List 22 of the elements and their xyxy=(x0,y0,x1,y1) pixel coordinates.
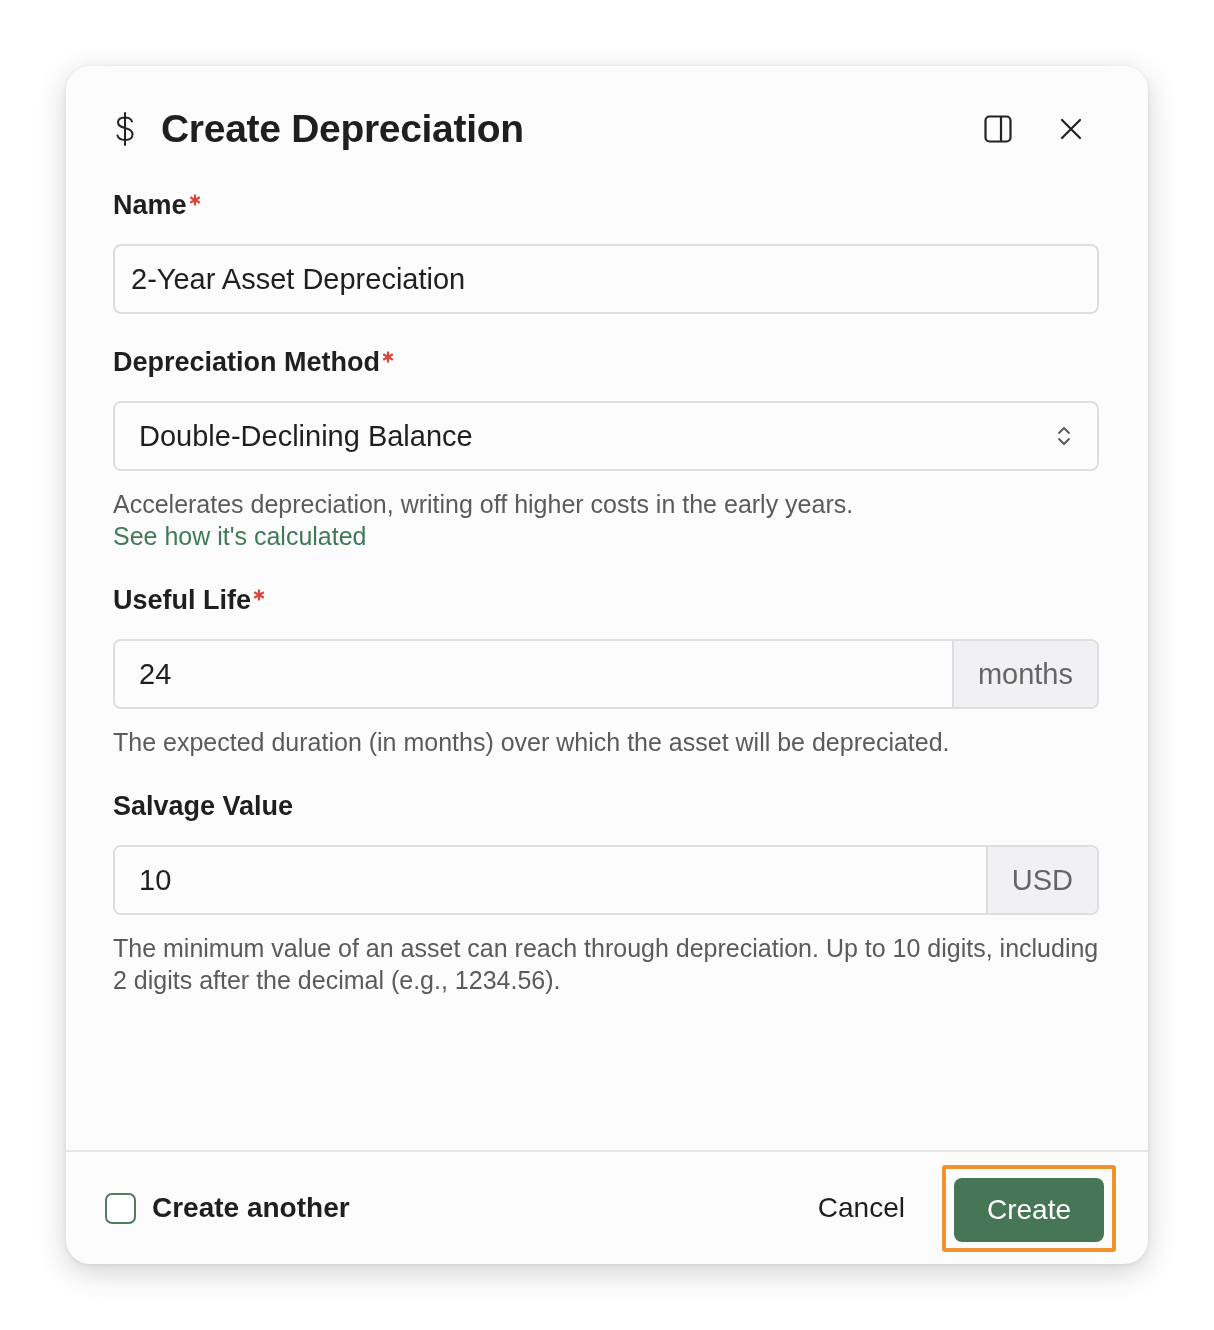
field-label: Useful Life xyxy=(113,584,252,616)
side-panel-icon[interactable] xyxy=(984,115,1012,143)
helper-text: Accelerates depreciation, writing off higher costs in the early years. See how it's calculated xyxy=(113,489,855,552)
field-label: Name xyxy=(113,189,187,221)
checkbox-label: Create another xyxy=(152,1192,350,1224)
required-asterisk-icon xyxy=(382,351,395,363)
checkbox[interactable] xyxy=(105,1192,136,1224)
text-input-field[interactable]: 2-Year Asset Depreciation xyxy=(113,244,1099,314)
selected-option: Double-Declining Balance xyxy=(139,419,473,453)
helper-text: The expected duration (in months) over which the asset will be depreciated. xyxy=(113,727,951,758)
required-asterisk-icon xyxy=(188,194,201,206)
dialog-title: Create Depreciation xyxy=(161,107,524,151)
required-asterisk-icon xyxy=(253,589,266,601)
field-label: Depreciation Method xyxy=(113,346,381,378)
helper-text: The minimum value of an asset can reach through depreciation. Up to 10 digits, including 2 digits after the decimal (e.g., 1234.56). xyxy=(113,933,1099,996)
create-button[interactable]: Create xyxy=(954,1177,1104,1242)
cancel-button[interactable]: Cancel xyxy=(813,1184,909,1232)
help-link[interactable]: See how it's calculated xyxy=(113,522,367,550)
select-field[interactable]: Double-Declining Balance xyxy=(113,401,1099,471)
field-label: Salvage Value xyxy=(113,790,294,822)
up-down-chevron-icon xyxy=(1057,425,1071,447)
close-icon[interactable] xyxy=(1060,118,1082,140)
